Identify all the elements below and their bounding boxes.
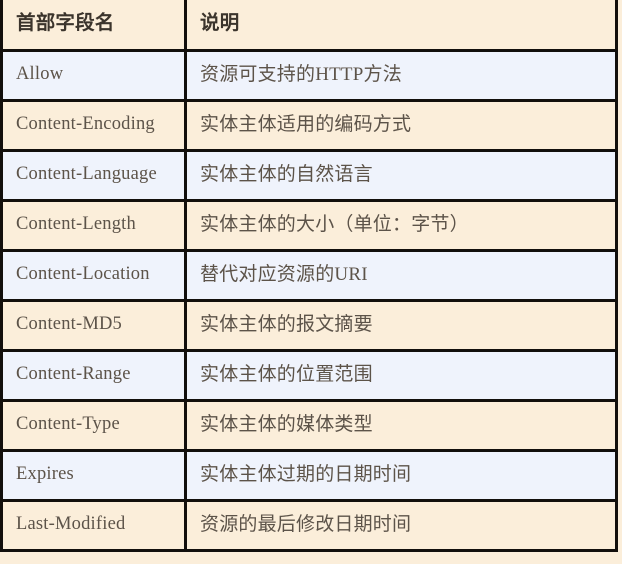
description-text: 资源可支持的HTTP方法 [200, 64, 402, 86]
cell-field-name: Content-MD5 [0, 300, 187, 352]
cell-description: 资源可支持的HTTP方法 [185, 50, 618, 102]
description-text: 实体主体的报文摘要 [200, 314, 373, 336]
column-header-field-name-label: 首部字段名 [16, 13, 115, 35]
field-name-text: Content-Encoding [16, 114, 155, 135]
description-text: 实体主体适用的编码方式 [200, 114, 412, 136]
cell-description: 实体主体过期的日期时间 [185, 450, 618, 502]
description-text: 实体主体的大小（单位：字节） [200, 214, 469, 236]
column-header-description: 说明 [185, 0, 618, 52]
table-row: Content-Encoding 实体主体适用的编码方式 [0, 100, 618, 152]
field-name-text: Content-Location [16, 264, 150, 285]
description-text: 实体主体过期的日期时间 [200, 464, 412, 486]
description-text: 实体主体的位置范围 [200, 364, 373, 386]
description-text: 实体主体的媒体类型 [200, 414, 373, 436]
entity-header-fields-table: 首部字段名 说明 Allow 资源可支持的HTTP方法 Content-Enco… [0, 0, 618, 552]
table-body: Allow 资源可支持的HTTP方法 Content-Encoding 实体主体… [0, 50, 618, 552]
table-row: Content-Range 实体主体的位置范围 [0, 350, 618, 402]
table-header-row: 首部字段名 说明 [0, 0, 618, 52]
field-name-text: Content-Type [16, 414, 120, 435]
field-name-text: Content-Length [16, 214, 136, 235]
table-row: Content-Type 实体主体的媒体类型 [0, 400, 618, 452]
table-row: Content-MD5 实体主体的报文摘要 [0, 300, 618, 352]
field-name-text: Content-MD5 [16, 314, 123, 335]
field-name-text: Content-Range [16, 364, 131, 385]
cell-description: 实体主体的自然语言 [185, 150, 618, 202]
table-row: Content-Language 实体主体的自然语言 [0, 150, 618, 202]
column-header-description-label: 说明 [200, 13, 240, 35]
cell-field-name: Content-Length [0, 200, 187, 252]
cell-field-name: Content-Language [0, 150, 187, 202]
entity-header-fields-table-container: 首部字段名 说明 Allow 资源可支持的HTTP方法 Content-Enco… [0, 0, 622, 564]
cell-description: 实体主体的大小（单位：字节） [185, 200, 618, 252]
table-header: 首部字段名 说明 [0, 0, 618, 52]
field-name-text: Content-Language [16, 164, 157, 185]
cell-field-name: Content-Type [0, 400, 187, 452]
cell-field-name: Expires [0, 450, 187, 502]
table-row: Allow 资源可支持的HTTP方法 [0, 50, 618, 102]
field-name-text: Allow [16, 64, 64, 85]
column-header-field-name: 首部字段名 [0, 0, 187, 52]
cell-field-name: Content-Encoding [0, 100, 187, 152]
cell-description: 实体主体的媒体类型 [185, 400, 618, 452]
cell-field-name: Content-Range [0, 350, 187, 402]
cell-description: 实体主体的位置范围 [185, 350, 618, 402]
description-text: 实体主体的自然语言 [200, 164, 373, 186]
description-text: 资源的最后修改日期时间 [200, 514, 412, 536]
table-row: Content-Location 替代对应资源的URI [0, 250, 618, 302]
table-row: Expires 实体主体过期的日期时间 [0, 450, 618, 502]
cell-field-name: Content-Location [0, 250, 187, 302]
description-text: 替代对应资源的URI [200, 264, 368, 286]
cell-description: 资源的最后修改日期时间 [185, 500, 618, 552]
cell-field-name: Last-Modified [0, 500, 187, 552]
field-name-text: Expires [16, 464, 74, 485]
cell-description: 实体主体适用的编码方式 [185, 100, 618, 152]
cell-field-name: Allow [0, 50, 187, 102]
table-row: Content-Length 实体主体的大小（单位：字节） [0, 200, 618, 252]
cell-description: 替代对应资源的URI [185, 250, 618, 302]
field-name-text: Last-Modified [16, 514, 126, 535]
cell-description: 实体主体的报文摘要 [185, 300, 618, 352]
table-row: Last-Modified 资源的最后修改日期时间 [0, 500, 618, 552]
